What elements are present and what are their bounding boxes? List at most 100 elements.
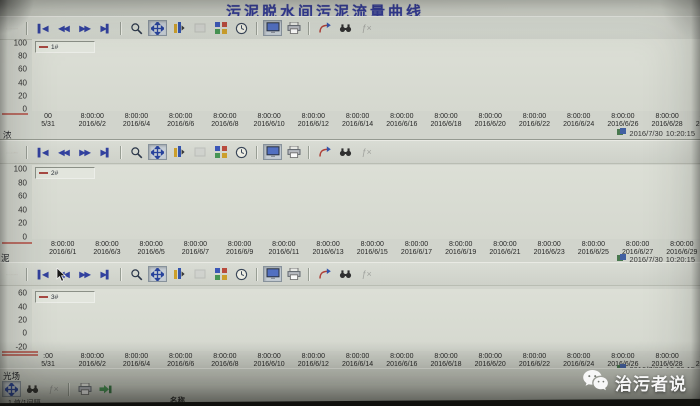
print-button[interactable]	[284, 144, 303, 160]
pan-button[interactable]	[2, 381, 21, 397]
pan-button[interactable]	[148, 266, 167, 282]
fast-forward-button[interactable]: ▶▶	[75, 266, 94, 282]
red-trace-fragment	[2, 242, 32, 244]
parameters-button[interactable]	[211, 20, 230, 36]
calendar-icon	[617, 128, 626, 138]
red-trace-fragment	[2, 354, 38, 356]
import-button[interactable]	[96, 381, 115, 397]
goto-end-button[interactable]: ▶▌	[96, 144, 115, 160]
fast-forward-button[interactable]: ▶▶	[75, 20, 94, 36]
function-button: ƒ×	[357, 266, 376, 282]
x-tick-label: 8:00:002016/6/4	[123, 353, 150, 368]
y-axis-labels: 100806040200	[0, 39, 30, 111]
trend-window-icon[interactable]	[2, 20, 21, 36]
x-tick-label: 8:00:002016/6/6	[167, 113, 194, 128]
time-range-button[interactable]	[232, 20, 251, 36]
x-tick-label: 8:00:002016/6/25	[578, 241, 609, 256]
x-tick-label: :005/31	[41, 353, 55, 368]
search-button[interactable]	[23, 381, 42, 397]
search-button[interactable]	[336, 20, 355, 36]
x-tick-label: 8:00:002016/6/14	[342, 353, 373, 368]
restore-button	[190, 266, 209, 282]
toolbar-separator	[26, 146, 28, 159]
print-button[interactable]	[75, 381, 94, 397]
x-tick-label: 8:00:002016/6/24	[563, 113, 594, 128]
x-tick-label: 8:00:002016/6/2	[79, 113, 106, 128]
trend-window-icon[interactable]	[2, 144, 21, 160]
time-range-button[interactable]	[232, 266, 251, 282]
zoom-button[interactable]	[127, 144, 146, 160]
search-button[interactable]	[336, 144, 355, 160]
x-tick-label: 8:00:002016/6/1	[49, 241, 76, 256]
goto-end-button[interactable]: ▶▌	[96, 266, 115, 282]
print-button[interactable]	[284, 20, 303, 36]
legend-box[interactable]: 3#	[35, 291, 95, 303]
x-tick-label: 8:00:002016/6/14	[342, 113, 373, 128]
window-caption: 光场	[3, 370, 20, 382]
legend-color-mark	[39, 46, 48, 48]
x-tick-label: 8:00:002016/6/30	[696, 113, 700, 128]
toolbar-separator	[308, 22, 310, 35]
y-axis-labels: 6040200-20	[0, 289, 30, 351]
trend-chart[interactable]: 3#	[32, 289, 700, 351]
y-tick-label: 80	[18, 178, 27, 187]
toolbar-separator	[26, 22, 28, 35]
y-scale-button[interactable]	[169, 266, 188, 282]
pan-button[interactable]	[148, 20, 167, 36]
x-tick-label: 8:00:002016/6/24	[563, 353, 594, 368]
pan-button[interactable]	[148, 144, 167, 160]
x-tick-label: 8:00:002016/6/20	[475, 353, 506, 368]
x-axis-labels: :005/31 8:00:002016/6/2 8:00:002016/6/4 8:0…	[32, 352, 700, 368]
legend-label: 3#	[51, 294, 58, 301]
red-trace-fragment	[2, 113, 28, 115]
function-button: ƒ×	[357, 20, 376, 36]
toolbar-separator	[308, 268, 310, 281]
goto-start-button[interactable]: ▌◀	[33, 20, 52, 36]
export-button[interactable]	[315, 20, 334, 36]
toolbar: ▌◀◀◀▶▶▶▌ƒ×	[0, 141, 700, 164]
trend-panel-3: ▌◀◀◀▶▶▶▌ƒ× 6040200-20 3# :005/318:00:002…	[0, 262, 700, 369]
export-button[interactable]	[315, 144, 334, 160]
y-scale-button[interactable]	[169, 20, 188, 36]
parameters-button[interactable]	[211, 266, 230, 282]
goto-start-button[interactable]: ▌◀	[33, 266, 52, 282]
y-scale-button[interactable]	[169, 144, 188, 160]
legend-box[interactable]: 2#	[35, 167, 95, 179]
fast-forward-button[interactable]: ▶▶	[75, 144, 94, 160]
function-button: ƒ×	[44, 381, 63, 397]
y-tick-label: 20	[18, 91, 27, 100]
zoom-button[interactable]	[127, 266, 146, 282]
status-time: 10:20:15	[666, 129, 695, 138]
export-button[interactable]	[315, 266, 334, 282]
legend-label: 1#	[51, 44, 58, 51]
x-tick-label: 8:00:002016/6/10	[254, 113, 285, 128]
toolbar: ▌◀◀◀▶▶▶▌ƒ×	[0, 263, 700, 286]
fast-backward-button[interactable]: ◀◀	[54, 20, 73, 36]
trend-chart[interactable]: 2#	[32, 165, 700, 239]
screen-button[interactable]	[263, 20, 282, 36]
x-tick-label: 8:00:002016/6/15	[357, 241, 388, 256]
parameters-button[interactable]	[211, 144, 230, 160]
x-tick-label: 8:00:002016/6/28	[652, 113, 683, 128]
screen-button[interactable]	[263, 266, 282, 282]
time-range-button[interactable]	[232, 144, 251, 160]
goto-end-button[interactable]: ▶▌	[96, 20, 115, 36]
trend-series	[32, 165, 700, 239]
wechat-icon	[582, 369, 609, 396]
search-button[interactable]	[336, 266, 355, 282]
x-tick-label: 8:00:002016/6/20	[475, 113, 506, 128]
y-tick-label: 20	[18, 219, 27, 228]
x-tick-label: 8:00:002016/6/2	[79, 353, 106, 368]
screen-button[interactable]	[263, 144, 282, 160]
legend-label: 2#	[51, 170, 58, 177]
fast-backward-button[interactable]: ◀◀	[54, 144, 73, 160]
goto-start-button[interactable]: ▌◀	[33, 144, 52, 160]
zoom-button[interactable]	[127, 20, 146, 36]
x-tick-label: 8:00:002016/6/12	[298, 113, 329, 128]
trend-window-icon[interactable]	[2, 266, 21, 282]
x-tick-label: 8:00:002016/6/30	[696, 353, 700, 368]
trend-chart[interactable]: 1#	[32, 39, 700, 111]
y-tick-label: 40	[18, 78, 27, 87]
legend-box[interactable]: 1#	[35, 41, 95, 53]
print-button[interactable]	[284, 266, 303, 282]
